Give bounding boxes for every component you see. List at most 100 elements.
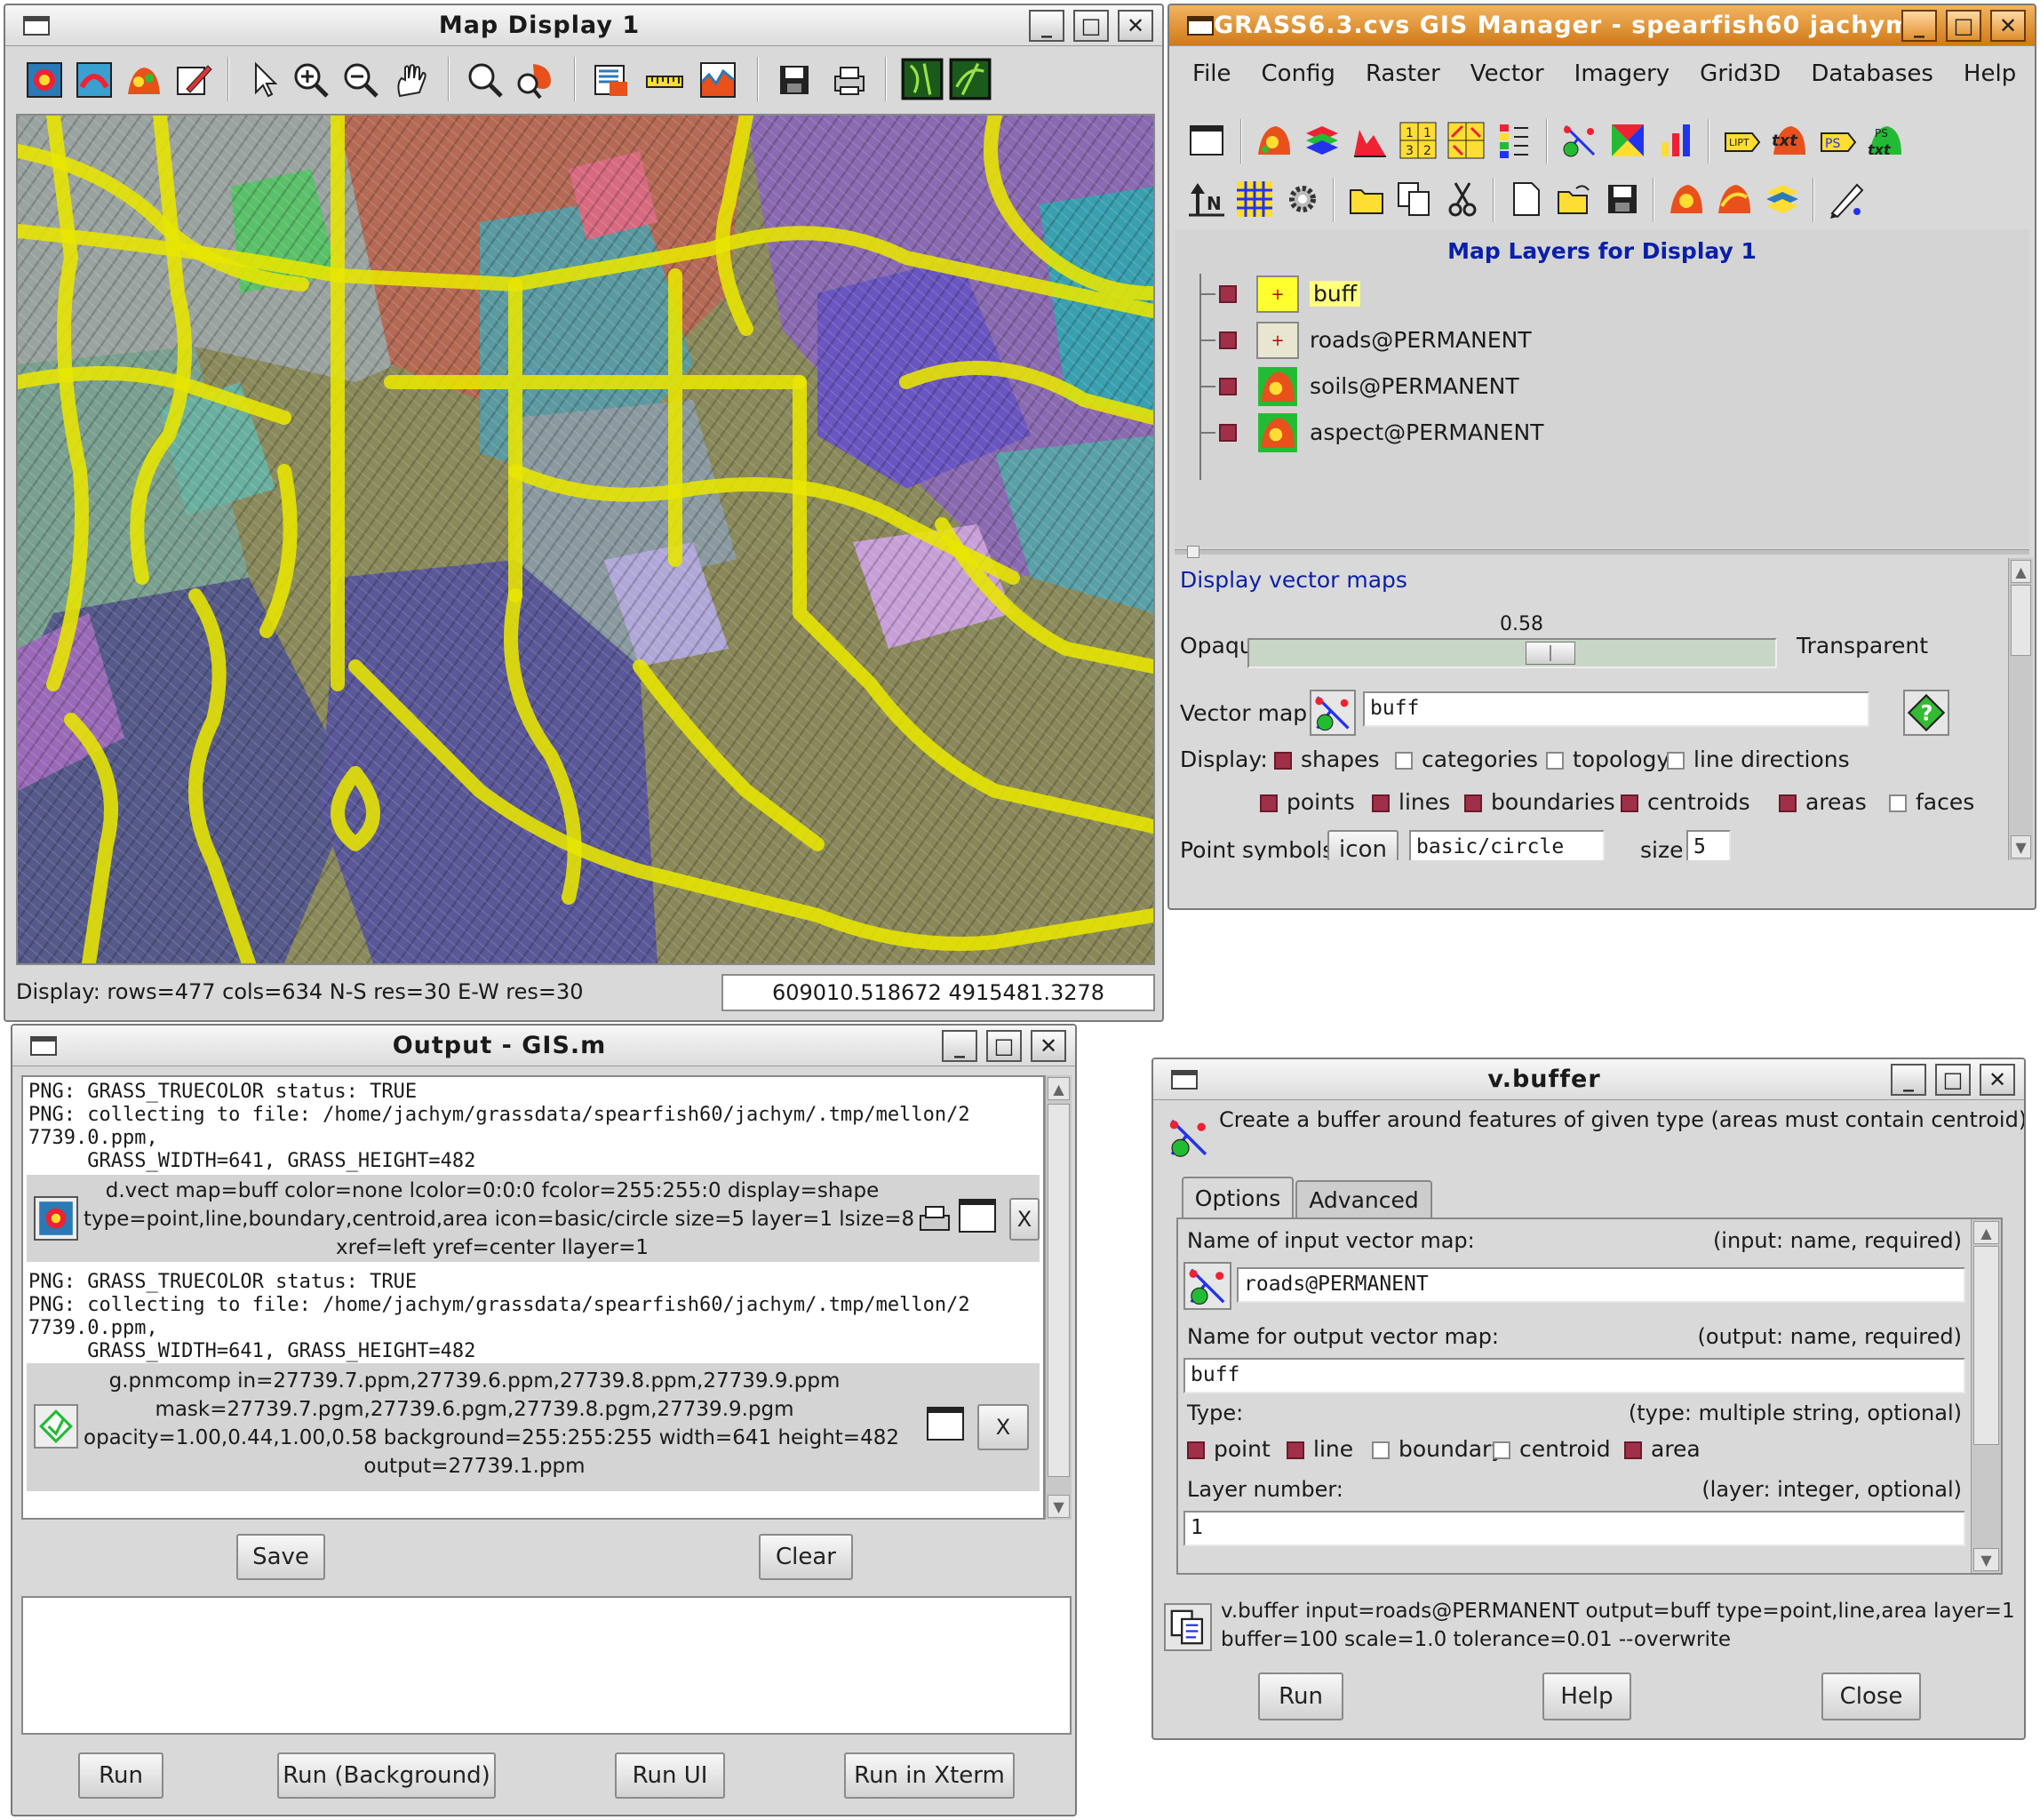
georectify-icon[interactable] [949, 57, 992, 101]
command-input[interactable] [21, 1596, 1072, 1735]
size-input[interactable]: 5 [1686, 830, 1731, 860]
scroll-up-icon[interactable]: ▲ [1048, 1077, 1070, 1100]
maximize-button[interactable]: □ [1946, 9, 1981, 42]
add-group-icon[interactable] [1347, 180, 1386, 219]
add-postscript-icon[interactable]: PS [1818, 121, 1857, 160]
map-canvas[interactable] [16, 114, 1155, 965]
vector-help-icon[interactable]: ? [1903, 690, 1949, 736]
add-grid-icon[interactable] [1235, 180, 1274, 219]
cut-layer-icon[interactable] [1443, 180, 1482, 219]
menu-file[interactable]: File [1192, 60, 1231, 87]
erase-icon[interactable] [174, 60, 213, 100]
layer-row[interactable]: + roads@PERMANENT [1175, 320, 1708, 363]
menu-vector[interactable]: Vector [1470, 60, 1544, 87]
scroll-down-icon[interactable]: ▼ [1048, 1495, 1070, 1518]
icon-button[interactable]: icon [1327, 830, 1399, 860]
cartographic-composer-icon[interactable] [1827, 180, 1866, 219]
zoom-out-icon[interactable] [341, 60, 380, 100]
nviz-icon[interactable] [901, 57, 944, 101]
add-chart-icon[interactable] [1656, 121, 1695, 160]
output-titlebar[interactable]: Output - GIS.m _ □ ✕ [12, 1026, 1075, 1066]
buffer-type-point-checkbox[interactable] [1187, 1441, 1205, 1459]
maximize-button[interactable]: □ [1935, 1063, 1971, 1096]
buffer-type-boundary-checkbox[interactable] [1372, 1441, 1390, 1459]
minimize-button[interactable]: _ [942, 1029, 977, 1062]
menu-grid3d[interactable]: Grid3D [1700, 60, 1781, 87]
tab-advanced[interactable]: Advanced [1295, 1180, 1432, 1217]
layer-manager-icon[interactable] [1763, 180, 1802, 219]
close-command-button[interactable]: X [977, 1404, 1029, 1450]
options-scrollbar[interactable]: ▲ ▼ [2008, 558, 2033, 860]
run-button[interactable]: Run [78, 1752, 163, 1799]
add-thematic-icon[interactable] [1608, 121, 1647, 160]
close-button[interactable]: ✕ [1990, 9, 2026, 42]
scroll-thumb[interactable] [2011, 585, 2031, 656]
run-background-button[interactable]: Run (Background) [277, 1752, 496, 1799]
type-points-checkbox[interactable] [1260, 794, 1278, 812]
close-button[interactable]: ✕ [1118, 9, 1153, 42]
zoom-region-icon[interactable] [515, 60, 554, 100]
scroll-thumb[interactable] [1048, 1104, 1070, 1477]
select-vector-icon[interactable] [1183, 1262, 1231, 1310]
add-histogram-icon[interactable] [1351, 121, 1390, 160]
close-button[interactable]: ✕ [1980, 1063, 2015, 1096]
add-vector-icon[interactable] [1560, 121, 1599, 160]
add-overlay-icon[interactable] [124, 60, 163, 100]
opacity-slider[interactable] [1247, 638, 1777, 668]
open-file-icon[interactable] [1555, 180, 1594, 219]
maximize-button[interactable]: □ [1073, 9, 1109, 42]
minimize-button[interactable]: _ [1891, 1063, 1926, 1096]
vbuffer-close-button[interactable]: Close [1821, 1672, 1921, 1720]
menu-config[interactable]: Config [1262, 60, 1335, 87]
type-areas-checkbox[interactable] [1779, 794, 1797, 812]
layer-visibility-checkbox[interactable] [1219, 285, 1237, 303]
new-display-icon[interactable] [1187, 121, 1226, 160]
query-icon[interactable] [592, 60, 631, 100]
add-raster-icon[interactable] [1255, 121, 1294, 160]
window-menu-icon[interactable] [30, 1035, 57, 1056]
display-topology-checkbox[interactable] [1546, 752, 1564, 770]
scroll-down-icon[interactable]: ▼ [2011, 835, 2031, 858]
scroll-up-icon[interactable]: ▲ [1973, 1221, 1999, 1244]
run-ui-button[interactable]: Run UI [615, 1752, 725, 1799]
display-map-icon[interactable] [25, 60, 64, 100]
opacity-slider-thumb[interactable] [1525, 642, 1575, 665]
input-map-field[interactable]: roads@PERMANENT [1237, 1267, 1965, 1303]
type-faces-checkbox[interactable] [1889, 794, 1907, 812]
save-display-icon[interactable] [775, 60, 814, 100]
window-menu-icon[interactable] [23, 15, 50, 36]
add-text-icon[interactable]: txt [1770, 121, 1809, 160]
print-output-icon[interactable] [915, 1200, 954, 1239]
type-boundaries-checkbox[interactable] [1464, 794, 1482, 812]
window-menu-icon[interactable] [1187, 15, 1214, 36]
display-shapes-checkbox[interactable] [1274, 752, 1292, 770]
save-button[interactable]: Save [236, 1534, 325, 1580]
vector-map-input[interactable]: buff [1363, 691, 1869, 727]
layer-row[interactable]: aspect@PERMANENT [1175, 412, 1708, 455]
profile-icon[interactable] [698, 60, 737, 100]
tab-options[interactable]: Options [1182, 1177, 1294, 1217]
select-vector-icon[interactable] [1310, 690, 1356, 736]
output-window-icon[interactable] [926, 1404, 970, 1449]
close-button[interactable]: ✕ [1031, 1029, 1066, 1062]
type-centroids-checkbox[interactable] [1621, 794, 1638, 812]
pointer-icon[interactable] [245, 60, 284, 100]
maximize-button[interactable]: □ [986, 1029, 1022, 1062]
splitter-handle[interactable] [1187, 546, 1199, 558]
duplicate-layer-icon[interactable] [1395, 180, 1434, 219]
symbol-input[interactable]: basic/circle [1409, 830, 1605, 860]
layer-visibility-checkbox[interactable] [1219, 378, 1237, 395]
vbuffer-run-button[interactable]: Run [1258, 1672, 1343, 1720]
redraw-icon[interactable] [75, 60, 114, 100]
output-window-icon[interactable] [958, 1196, 1002, 1241]
add-north-arrow-icon[interactable]: N [1187, 180, 1226, 219]
buffer-type-line-checkbox[interactable] [1287, 1441, 1304, 1459]
buffer-type-centroid-checkbox[interactable] [1493, 1441, 1510, 1459]
scroll-up-icon[interactable]: ▲ [2011, 560, 2031, 583]
output-scrollbar[interactable]: ▲ ▼ [1045, 1075, 1072, 1520]
scroll-thumb[interactable] [1973, 1246, 1999, 1445]
type-lines-checkbox[interactable] [1372, 794, 1390, 812]
gis-manager-titlebar[interactable]: GRASS6.3.cvs GIS Manager - spearfish60 j… [1169, 5, 2035, 46]
add-label-icon[interactable]: LIPT [1722, 121, 1761, 160]
scroll-down-icon[interactable]: ▼ [1973, 1548, 1999, 1571]
